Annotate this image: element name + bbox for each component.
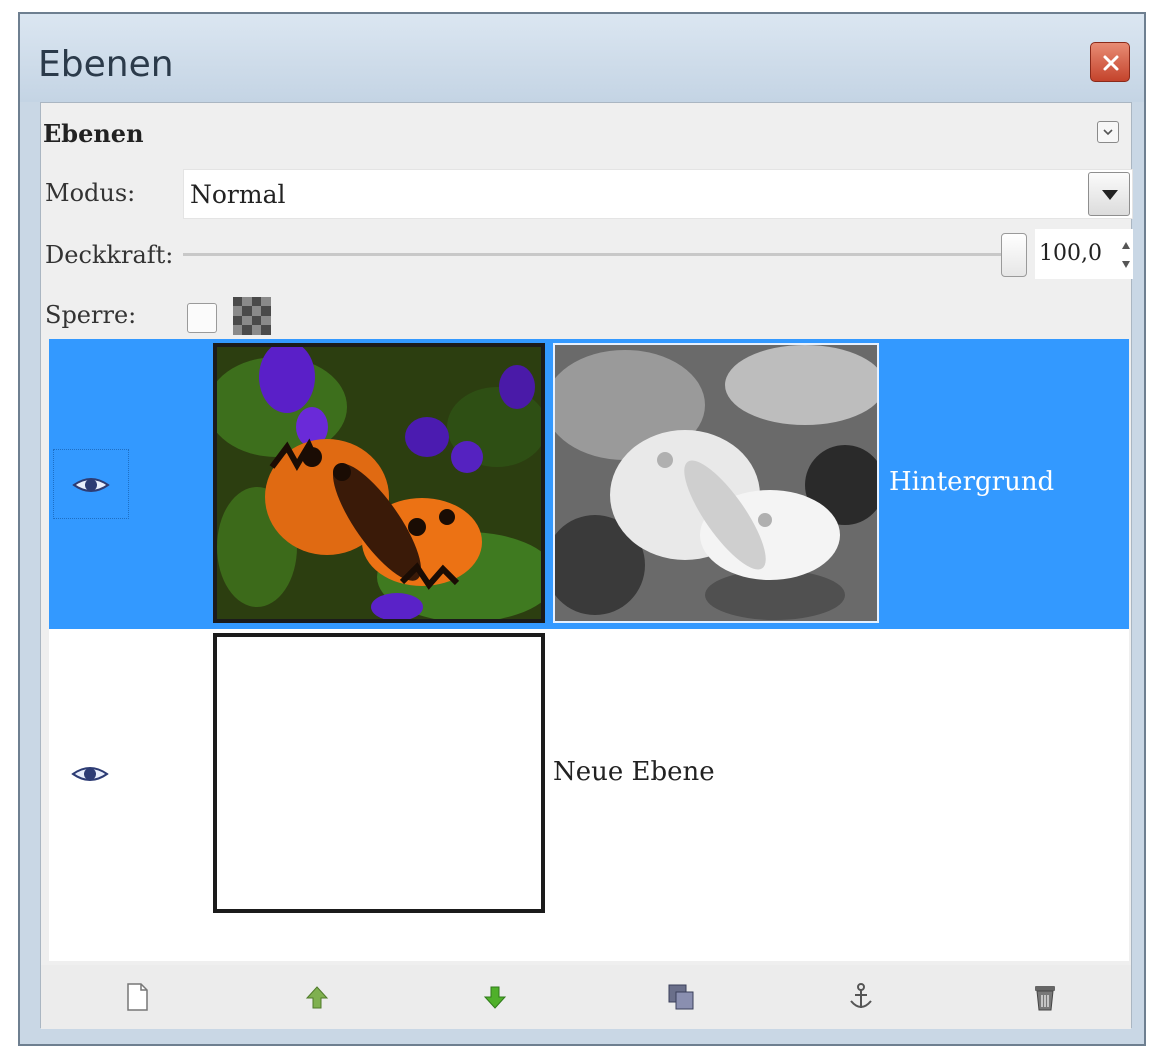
layer-toolbar [41, 965, 1131, 1029]
visibility-toggle[interactable] [53, 449, 129, 519]
opacity-spinbutton[interactable]: 100,0 [1035, 229, 1133, 279]
visibility-toggle[interactable] [53, 739, 129, 809]
panel-tab-label: Ebenen [43, 119, 144, 148]
layer-thumbnail[interactable] [213, 633, 545, 913]
mode-dropdown-button[interactable] [1088, 172, 1130, 216]
mode-dropdown[interactable]: Normal [183, 169, 1133, 219]
mode-label: Modus: [45, 179, 136, 207]
new-layer-icon [127, 983, 148, 1011]
lock-label: Sperre: [45, 301, 137, 329]
grayscale-mask-thumbnail [555, 345, 877, 621]
layers-dialog: Ebenen Ebenen Modus: Normal Deckkraft: 1… [18, 12, 1146, 1046]
lock-alpha-checkbox[interactable] [187, 303, 217, 333]
layer-row-neue-ebene[interactable]: Neue Ebene [49, 629, 1129, 919]
opacity-slider[interactable] [183, 253, 1013, 256]
duplicate-layer-icon [668, 984, 694, 1010]
eye-icon [72, 478, 110, 492]
spin-arrows-icon[interactable] [1121, 241, 1131, 269]
tab-menu-button[interactable] [1097, 121, 1119, 143]
butterfly-thumbnail [217, 347, 541, 619]
title-bar[interactable]: Ebenen [20, 14, 1144, 102]
layer-row-hintergrund[interactable]: Hintergrund [49, 339, 1129, 629]
opacity-value: 100,0 [1039, 241, 1102, 266]
anchor-layer-button[interactable] [841, 977, 881, 1017]
chevron-down-icon [1102, 190, 1118, 200]
opacity-slider-handle[interactable] [1001, 233, 1027, 277]
alpha-lock-icon [233, 297, 271, 335]
layer-name[interactable]: Hintergrund [889, 467, 1054, 497]
panel-tab-bar: Ebenen [41, 103, 1131, 161]
layer-thumbnail[interactable] [213, 343, 545, 623]
lower-layer-icon [483, 986, 507, 1009]
layers-panel: Ebenen Modus: Normal Deckkraft: 100,0 Sp… [40, 102, 1133, 1029]
close-button[interactable] [1090, 42, 1130, 82]
layer-name[interactable]: Neue Ebene [553, 757, 715, 787]
layer-list[interactable]: Hintergrund Neue Ebene [49, 339, 1129, 961]
trash-icon [1035, 986, 1055, 1011]
raise-layer-icon [305, 986, 329, 1009]
window-title: Ebenen [38, 44, 174, 85]
mode-value: Normal [190, 180, 286, 209]
duplicate-layer-button[interactable] [661, 977, 701, 1017]
eye-icon [71, 767, 109, 781]
lower-layer-button[interactable] [475, 977, 515, 1017]
close-icon [1103, 55, 1119, 71]
anchor-icon [850, 983, 872, 1008]
tab-menu-icon [1103, 129, 1113, 136]
layer-mask-thumbnail[interactable] [553, 343, 879, 623]
delete-layer-button[interactable] [1025, 977, 1065, 1017]
new-layer-button[interactable] [117, 977, 157, 1017]
opacity-label: Deckkraft: [45, 241, 174, 269]
raise-layer-button[interactable] [297, 977, 337, 1017]
